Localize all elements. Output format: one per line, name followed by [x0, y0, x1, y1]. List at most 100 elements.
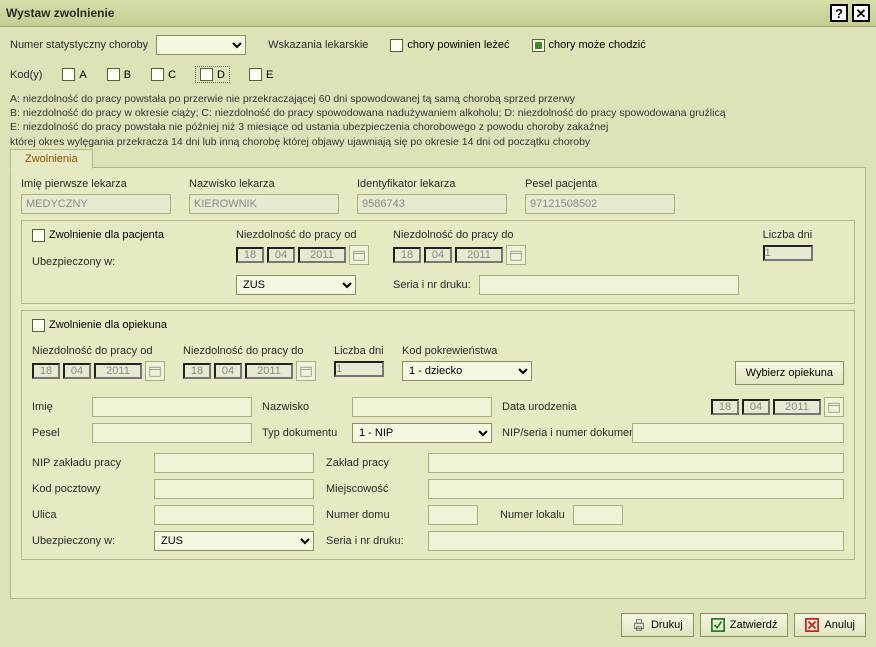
doctype-select[interactable]: 1 - NIP: [352, 423, 492, 443]
caretaker-to-day[interactable]: [183, 363, 211, 379]
surname-input[interactable]: [352, 397, 492, 417]
doctor-first-label: Imię pierwsze lekarza: [21, 178, 171, 190]
doctor-first-input: [21, 194, 171, 214]
caretaker-to-month[interactable]: [214, 363, 242, 379]
workplace-input[interactable]: [428, 453, 844, 473]
caretaker-from-day[interactable]: [32, 363, 60, 379]
docnum-input[interactable]: [632, 423, 844, 443]
stat-number-label: Numer statystyczny choroby: [10, 39, 148, 51]
dob-label: Data urodzenia: [502, 401, 622, 413]
calendar-icon[interactable]: [824, 397, 844, 417]
calendar-icon[interactable]: [506, 245, 526, 265]
surname-label: Nazwisko: [262, 401, 342, 413]
house-label: Numer domu: [326, 509, 416, 521]
patient-to-label: Niezdolność do pracy do: [393, 229, 739, 241]
workplace-label: Zakład pracy: [326, 457, 416, 469]
main-fieldset: Zwolnienia Imię pierwsze lekarza Nazwisk…: [10, 167, 866, 599]
doctor-last-label: Nazwisko lekarza: [189, 178, 339, 190]
flat-label: Numer lokalu: [500, 509, 565, 521]
patient-from-label: Niezdolność do pracy od: [236, 229, 369, 241]
cancel-button[interactable]: Anuluj: [794, 613, 866, 637]
patient-to-month[interactable]: [424, 247, 452, 263]
patient-insured-select[interactable]: ZUS: [236, 275, 356, 295]
doctor-id-label: Identyfikator lekarza: [357, 178, 507, 190]
street-input[interactable]: [154, 505, 314, 525]
caretaker-days-input[interactable]: [334, 361, 384, 377]
caretaker-from-year[interactable]: [94, 363, 142, 379]
caretaker-insured-select[interactable]: ZUS: [154, 531, 314, 551]
indications-label: Wskazania lekarskie: [268, 39, 368, 51]
dob-day[interactable]: [711, 399, 739, 415]
patient-pesel-label: Pesel pacjenta: [525, 178, 675, 190]
house-input[interactable]: [428, 505, 478, 525]
close-button[interactable]: ✕: [852, 4, 870, 22]
nip-input[interactable]: [154, 453, 314, 473]
city-input[interactable]: [428, 479, 844, 499]
doctor-last-input: [189, 194, 339, 214]
chk-can-walk[interactable]: chory może chodzić: [532, 39, 646, 52]
chk-can-walk-label: chory może chodzić: [549, 39, 646, 51]
help-button[interactable]: ?: [830, 4, 848, 22]
caretaker-from-label: Niezdolność do pracy od: [32, 345, 165, 357]
patient-from-year[interactable]: [298, 247, 346, 263]
street-label: Ulica: [32, 509, 142, 521]
confirm-button[interactable]: Zatwierdź: [700, 613, 789, 637]
patient-to-day[interactable]: [393, 247, 421, 263]
calendar-icon[interactable]: [349, 245, 369, 265]
choose-caretaker-button[interactable]: Wybierz opiekuna: [735, 361, 844, 385]
calendar-icon[interactable]: [145, 361, 165, 381]
stat-number-select[interactable]: [156, 35, 246, 55]
calendar-icon[interactable]: [296, 361, 316, 381]
doctor-id-input: [357, 194, 507, 214]
dob-month[interactable]: [742, 399, 770, 415]
doctype-label: Typ dokumentu: [262, 427, 342, 439]
chk-should-lie[interactable]: chory powinien leżeć: [390, 39, 509, 52]
caretaker-to-label: Niezdolność do pracy do: [183, 345, 316, 357]
patient-from-month[interactable]: [267, 247, 295, 263]
patient-leave-section: Zwolnienie dla pacjenta Ubezpieczony w: …: [21, 220, 855, 304]
dob-year[interactable]: [773, 399, 821, 415]
patient-to-year[interactable]: [455, 247, 503, 263]
city-label: Miejscowość: [326, 483, 416, 495]
caretaker-to-year[interactable]: [245, 363, 293, 379]
postal-input[interactable]: [154, 479, 314, 499]
chk-caretaker-leave[interactable]: Zwolnienie dla opiekuna: [32, 319, 167, 332]
patient-from-day[interactable]: [236, 247, 264, 263]
code-b[interactable]: B: [107, 68, 131, 81]
caretaker-print-input[interactable]: [428, 531, 844, 551]
caretaker-print-label: Seria i nr druku:: [326, 535, 416, 547]
chk-should-lie-label: chory powinien leżeć: [407, 39, 509, 51]
print-button[interactable]: Drukuj: [621, 613, 694, 637]
caretaker-pesel-input[interactable]: [92, 423, 252, 443]
name-input[interactable]: [92, 397, 252, 417]
patient-print-label: Seria i nr druku:: [393, 279, 471, 291]
patient-insured-label: Ubezpieczony w:: [32, 256, 115, 268]
code-a[interactable]: A: [62, 68, 86, 81]
caretaker-days-label: Liczba dni: [334, 345, 384, 357]
codes-explanation: A: niezdolność do pracy powstała po prze…: [10, 92, 866, 149]
relationship-label: Kod pokrewieństwa: [402, 345, 532, 357]
patient-pesel-input: [525, 194, 675, 214]
flat-input[interactable]: [573, 505, 623, 525]
caretaker-from-month[interactable]: [63, 363, 91, 379]
patient-days-label: Liczba dni: [763, 229, 813, 241]
tab-zwolnienia[interactable]: Zwolnienia: [10, 149, 93, 169]
codes-label: Kod(y): [10, 69, 42, 81]
footer: Drukuj Zatwierdź Anuluj: [0, 607, 876, 647]
titlebar: Wystaw zwolnienie ? ✕: [0, 0, 876, 27]
code-d[interactable]: D: [196, 67, 229, 82]
patient-days-input[interactable]: [763, 245, 813, 261]
name-label: Imię: [32, 401, 82, 413]
caretaker-insured-label: Ubezpieczony w:: [32, 535, 142, 547]
chk-patient-leave[interactable]: Zwolnienie dla pacjenta: [32, 229, 212, 242]
docnum-label: NIP/seria i numer dokumentu: [502, 427, 622, 439]
nip-label: NIP zakładu pracy: [32, 457, 142, 469]
window-title: Wystaw zwolnienie: [6, 6, 114, 20]
caretaker-pesel-label: Pesel: [32, 427, 82, 439]
relationship-select[interactable]: 1 - dziecko: [402, 361, 532, 381]
caretaker-leave-section: Zwolnienie dla opiekuna Niezdolność do p…: [21, 310, 855, 560]
code-e[interactable]: E: [249, 68, 273, 81]
patient-print-input[interactable]: [479, 275, 739, 295]
postal-label: Kod pocztowy: [32, 483, 142, 495]
code-c[interactable]: C: [151, 68, 176, 81]
